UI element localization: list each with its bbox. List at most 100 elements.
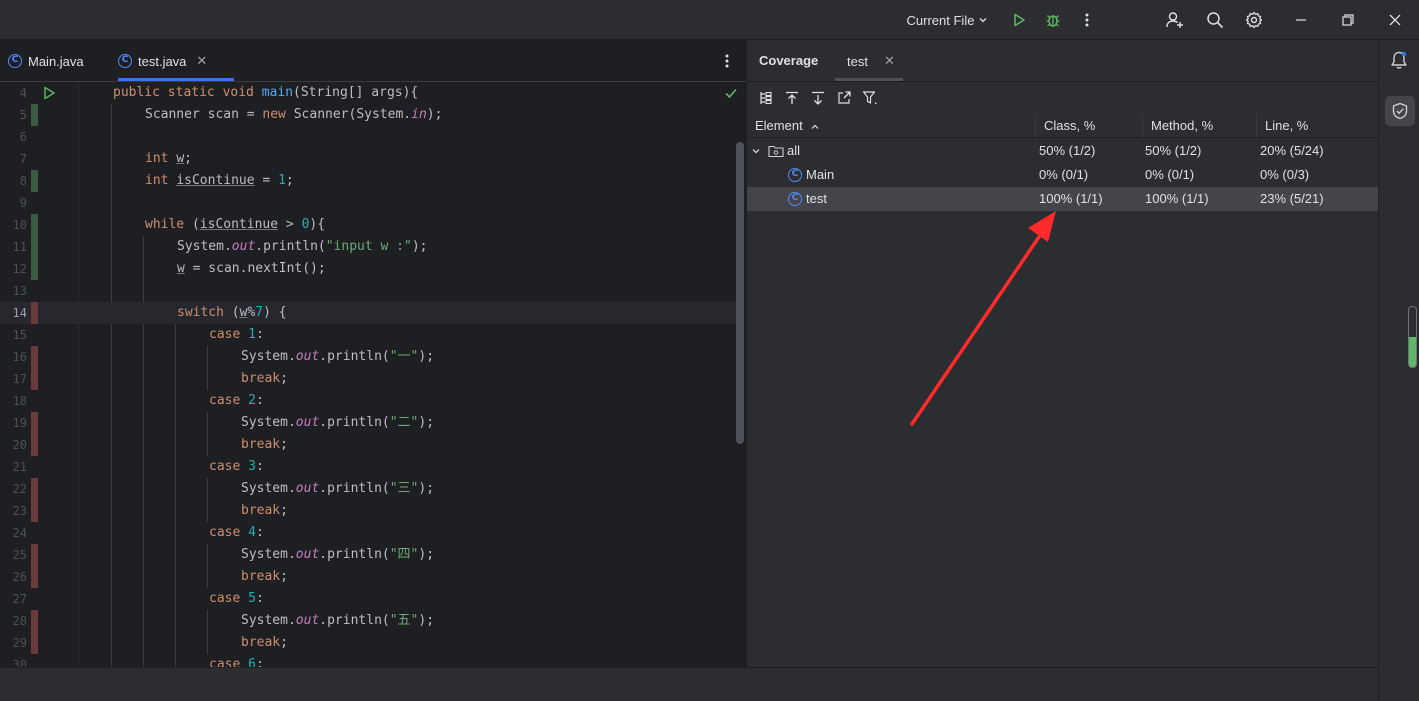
code-line[interactable]: 13 bbox=[0, 280, 740, 302]
code-text[interactable]: break; bbox=[241, 368, 288, 390]
code-text[interactable]: case 4: bbox=[209, 522, 264, 544]
line-number[interactable]: 20 bbox=[0, 434, 27, 456]
uncovered-line-marker[interactable] bbox=[31, 610, 38, 632]
code-line[interactable]: 18 case 2: bbox=[0, 390, 740, 412]
code-line[interactable]: 12 w = scan.nextInt(); bbox=[0, 258, 740, 280]
expand-chevron-icon[interactable] bbox=[751, 146, 761, 156]
more-icon[interactable] bbox=[1078, 0, 1096, 40]
code-line[interactable]: 10 while (isContinue > 0){ bbox=[0, 214, 740, 236]
line-number[interactable]: 10 bbox=[0, 214, 27, 236]
covered-line-marker[interactable] bbox=[31, 104, 38, 126]
line-number[interactable]: 27 bbox=[0, 588, 27, 610]
code-line[interactable]: 11 System.out.println("input w :"); bbox=[0, 236, 740, 258]
code-line[interactable]: 5 Scanner scan = new Scanner(System.in); bbox=[0, 104, 740, 126]
code-line[interactable]: 22 System.out.println("三"); bbox=[0, 478, 740, 500]
code-line[interactable]: 6 bbox=[0, 126, 740, 148]
coverage-progress-scrollbar[interactable] bbox=[1408, 306, 1417, 368]
code-text[interactable]: int w; bbox=[145, 148, 192, 170]
run-icon[interactable] bbox=[1008, 0, 1030, 40]
line-number[interactable]: 21 bbox=[0, 456, 27, 478]
tab-test-java[interactable]: C test.java ✕ bbox=[118, 40, 234, 82]
code-line[interactable]: 30 case 6: bbox=[0, 654, 740, 667]
uncovered-line-marker[interactable] bbox=[31, 434, 38, 456]
export-icon[interactable] bbox=[835, 89, 853, 107]
line-number[interactable]: 13 bbox=[0, 280, 27, 302]
uncovered-line-marker[interactable] bbox=[31, 368, 38, 390]
code-line[interactable]: 24 case 4: bbox=[0, 522, 740, 544]
line-number[interactable]: 4 bbox=[0, 82, 27, 104]
code-line[interactable]: 16 System.out.println("一"); bbox=[0, 346, 740, 368]
run-gutter-icon[interactable] bbox=[42, 86, 56, 100]
code-line[interactable]: 7 int w; bbox=[0, 148, 740, 170]
code-text[interactable]: switch (w%7) { bbox=[177, 302, 287, 324]
line-number[interactable]: 30 bbox=[0, 654, 27, 667]
filter-icon[interactable] bbox=[861, 89, 879, 107]
add-user-icon[interactable] bbox=[1164, 0, 1186, 40]
table-row-selected[interactable]: C test 100% (1/1) 100% (1/1) 23% (5/21) bbox=[747, 187, 1379, 211]
code-line[interactable]: 19 System.out.println("二"); bbox=[0, 412, 740, 434]
code-editor[interactable]: 4 public static void main(String[] args){… bbox=[0, 82, 746, 667]
code-line[interactable]: 26 break; bbox=[0, 566, 740, 588]
line-number[interactable]: 24 bbox=[0, 522, 27, 544]
line-number[interactable]: 22 bbox=[0, 478, 27, 500]
line-number[interactable]: 19 bbox=[0, 412, 27, 434]
code-line[interactable]: 8 int isContinue = 1; bbox=[0, 170, 740, 192]
code-text[interactable]: System.out.println("一"); bbox=[241, 346, 434, 368]
code-line[interactable]: 4 public static void main(String[] args){ bbox=[0, 82, 740, 104]
restore-icon[interactable] bbox=[1337, 0, 1359, 40]
column-header-element[interactable]: Element bbox=[747, 114, 1035, 138]
code-text[interactable]: Scanner scan = new Scanner(System.in); bbox=[145, 104, 442, 126]
line-number[interactable]: 11 bbox=[0, 236, 27, 258]
uncovered-line-marker[interactable] bbox=[31, 500, 38, 522]
line-number[interactable]: 16 bbox=[0, 346, 27, 368]
code-text[interactable]: int isContinue = 1; bbox=[145, 170, 294, 192]
line-number[interactable]: 6 bbox=[0, 126, 27, 148]
code-text[interactable]: case 6: bbox=[209, 654, 264, 667]
uncovered-line-marker[interactable] bbox=[31, 412, 38, 434]
line-number[interactable]: 28 bbox=[0, 610, 27, 632]
covered-line-marker[interactable] bbox=[31, 258, 38, 280]
minimize-icon[interactable] bbox=[1290, 0, 1312, 40]
code-text[interactable]: case 1: bbox=[209, 324, 264, 346]
code-text[interactable]: public static void main(String[] args){ bbox=[113, 82, 418, 104]
navigate-down-icon[interactable] bbox=[809, 89, 827, 107]
flatten-packages-icon[interactable] bbox=[757, 89, 775, 107]
code-line[interactable]: 15 case 1: bbox=[0, 324, 740, 346]
coverage-shield-icon[interactable] bbox=[1385, 96, 1415, 126]
code-line[interactable]: 28 System.out.println("五"); bbox=[0, 610, 740, 632]
code-text[interactable]: System.out.println("四"); bbox=[241, 544, 434, 566]
code-text[interactable]: while (isContinue > 0){ bbox=[145, 214, 325, 236]
code-line[interactable]: 20 break; bbox=[0, 434, 740, 456]
covered-line-marker[interactable] bbox=[31, 214, 38, 236]
line-number[interactable]: 25 bbox=[0, 544, 27, 566]
code-text[interactable]: break; bbox=[241, 500, 288, 522]
tab-main-java[interactable]: C Main.java bbox=[8, 40, 108, 82]
code-text[interactable]: case 5: bbox=[209, 588, 264, 610]
code-text[interactable]: break; bbox=[241, 632, 288, 654]
uncovered-line-marker[interactable] bbox=[31, 544, 38, 566]
close-tab-icon[interactable]: ✕ bbox=[884, 53, 895, 69]
line-number[interactable]: 23 bbox=[0, 500, 27, 522]
code-text[interactable]: break; bbox=[241, 434, 288, 456]
table-row[interactable]: all 50% (1/2) 50% (1/2) 20% (5/24) bbox=[747, 139, 1379, 163]
code-line[interactable]: 27 case 5: bbox=[0, 588, 740, 610]
covered-line-marker[interactable] bbox=[31, 170, 38, 192]
code-line[interactable]: 9 bbox=[0, 192, 740, 214]
uncovered-line-marker[interactable] bbox=[31, 478, 38, 500]
code-text[interactable]: case 3: bbox=[209, 456, 264, 478]
code-text[interactable]: case 2: bbox=[209, 390, 264, 412]
code-line[interactable]: 14 switch (w%7) { bbox=[0, 302, 740, 324]
covered-line-marker[interactable] bbox=[31, 236, 38, 258]
run-configuration-selector[interactable]: Current File bbox=[895, 0, 1000, 40]
inspection-ok-icon[interactable] bbox=[724, 86, 738, 100]
debug-icon[interactable] bbox=[1042, 0, 1064, 40]
code-line[interactable]: 21 case 3: bbox=[0, 456, 740, 478]
code-line[interactable]: 17 break; bbox=[0, 368, 740, 390]
line-number[interactable]: 26 bbox=[0, 566, 27, 588]
uncovered-line-marker[interactable] bbox=[31, 632, 38, 654]
line-number[interactable]: 9 bbox=[0, 192, 27, 214]
line-number[interactable]: 12 bbox=[0, 258, 27, 280]
line-number[interactable]: 18 bbox=[0, 390, 27, 412]
line-number[interactable]: 8 bbox=[0, 170, 27, 192]
search-icon[interactable] bbox=[1204, 0, 1226, 40]
